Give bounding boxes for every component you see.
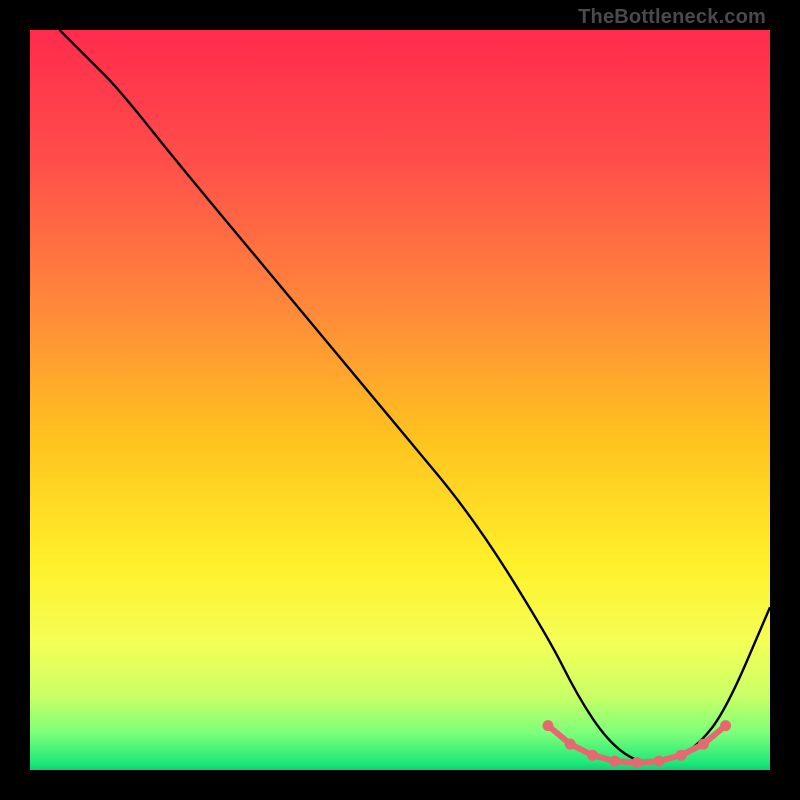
highlight-dot <box>631 757 642 768</box>
watermark-text: TheBottleneck.com <box>578 6 766 29</box>
chart-background <box>30 30 770 770</box>
highlight-dot <box>720 720 731 731</box>
highlight-dot <box>565 739 576 750</box>
highlight-dot <box>698 739 709 750</box>
highlight-dot <box>676 750 687 761</box>
highlight-dot <box>654 756 665 767</box>
chart-svg <box>30 30 770 770</box>
highlight-dot <box>609 756 620 767</box>
chart-frame <box>30 30 770 770</box>
highlight-dot <box>543 720 554 731</box>
highlight-dot <box>587 750 598 761</box>
